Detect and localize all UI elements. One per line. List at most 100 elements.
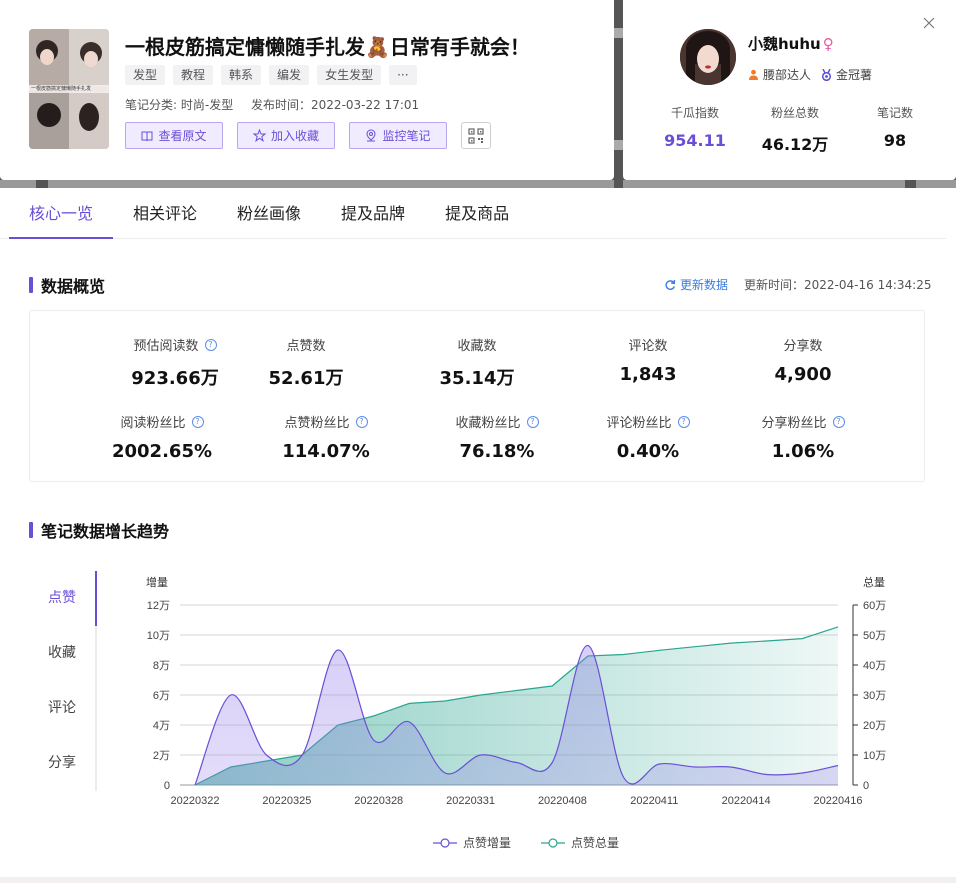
legend-label: 点赞总量 <box>571 836 620 850</box>
stat-label: 笔记数 <box>876 106 913 120</box>
metric-value: 1.06% <box>771 441 835 462</box>
bottom-strip <box>0 877 956 883</box>
metric-comments: 评论数 1,843 <box>563 335 733 385</box>
tag-item[interactable]: 韩系 <box>221 65 262 85</box>
y-left-tick-label: 4万 <box>153 720 170 732</box>
view-original-label: 查看原文 <box>158 129 207 143</box>
help-icon[interactable]: ? <box>204 338 217 351</box>
legend-label: 点赞增量 <box>463 836 512 850</box>
monitor-note-button[interactable]: 监控笔记 <box>349 122 447 149</box>
trend-section-title: 笔记数据增长趋势 <box>29 518 169 542</box>
y-right-tick-label: 60万 <box>863 600 886 612</box>
thumbnail-caption: 一根皮筋搞定慵懒随手扎发 <box>31 86 92 92</box>
y-left-tick-label: 2万 <box>153 750 170 762</box>
tag-item[interactable]: 编发 <box>269 65 310 85</box>
avatar[interactable] <box>680 29 736 85</box>
metric-read-fan-ratio: 阅读粉丝比? 2002.65% <box>77 412 247 462</box>
monitor-note-label: 监控笔记 <box>382 129 431 143</box>
x-tick-label: 20220325 <box>262 795 311 807</box>
close-icon[interactable] <box>920 15 938 33</box>
x-tick-label: 20220322 <box>171 795 220 807</box>
metric-tab-shares[interactable]: 分享 <box>29 736 95 791</box>
metric-label: 评论数 <box>628 339 668 354</box>
metric-label: 评论粉丝比 <box>606 416 672 431</box>
metric-value: 52.61万 <box>268 368 344 389</box>
update-time: 更新时间：2022-04-16 14:34:25 <box>744 278 932 292</box>
tag-item[interactable]: 教程 <box>173 65 214 85</box>
metric-value: 2002.65% <box>111 441 213 462</box>
medal-icon <box>821 68 832 81</box>
metric-likes: 点赞数 52.61万 <box>221 335 391 390</box>
help-icon[interactable]: ? <box>526 415 539 428</box>
metric-value: 1,843 <box>619 364 677 385</box>
note-actions: 查看原文 加入收藏 监控笔记 <box>125 122 491 149</box>
refresh-data-button[interactable]: 更新数据 <box>664 276 728 293</box>
metric-label: 分享数 <box>783 339 823 354</box>
tab-mentioned-products[interactable]: 提及商品 <box>425 196 529 239</box>
female-icon: ♀ <box>822 35 834 53</box>
help-icon[interactable]: ? <box>355 415 368 428</box>
metric-tab-favorites[interactable]: 收藏 <box>29 626 95 681</box>
metric-value: 35.14万 <box>439 368 515 389</box>
view-original-button[interactable]: 查看原文 <box>125 122 223 149</box>
metric-tab-comments[interactable]: 评论 <box>29 681 95 736</box>
help-icon[interactable]: ? <box>677 415 690 428</box>
stat-qiangua-index: 千瓜指数 954.11 <box>655 104 735 155</box>
note-tags: 发型 教程 韩系 编发 女生发型 ··· <box>125 65 417 85</box>
tab-mentioned-brands[interactable]: 提及品牌 <box>321 196 425 239</box>
legend-likes-total[interactable]: 点赞总量 <box>541 834 619 851</box>
section-marker <box>29 277 33 293</box>
y-left-tick-label: 10万 <box>147 630 170 642</box>
tags-more-button[interactable]: ··· <box>389 65 417 85</box>
y-left-tick-label: 12万 <box>147 600 170 612</box>
note-thumbnail[interactable]: 一根皮筋搞定慵懒随手扎发 <box>29 29 109 149</box>
metric-label: 点赞粉丝比 <box>284 416 350 431</box>
trend-metric-tabs: 点赞 收藏 评论 分享 <box>29 571 97 791</box>
help-icon[interactable]: ? <box>191 415 204 428</box>
x-tick-label: 20220414 <box>722 795 771 807</box>
x-tick-label: 20220328 <box>354 795 403 807</box>
y-right-tick-label: 50万 <box>863 630 886 642</box>
y-right-tick-label: 0 <box>863 780 869 792</box>
add-favorite-label: 加入收藏 <box>270 129 319 143</box>
legend-likes-increment[interactable]: 点赞增量 <box>433 834 511 851</box>
avatar-image <box>680 29 736 85</box>
tab-core-overview[interactable]: 核心一览 <box>9 196 114 239</box>
tag-item[interactable]: 发型 <box>125 65 166 85</box>
tab-fan-profile[interactable]: 粉丝画像 <box>217 196 321 239</box>
tag-item[interactable]: 女生发型 <box>317 65 382 85</box>
legend-marker-purple <box>433 837 457 848</box>
author-name[interactable]: 小魏huhu <box>748 35 821 53</box>
metric-label: 分享粉丝比 <box>761 416 827 431</box>
note-title: 一根皮筋搞定慵懒随手扎发🧸日常有手就会！ <box>125 35 530 59</box>
help-icon[interactable]: ? <box>832 415 845 428</box>
update-bar: 更新数据 更新时间：2022-04-16 14:34:25 <box>664 276 931 293</box>
qr-code-icon <box>468 127 484 144</box>
y-left-tick-label: 6万 <box>153 690 170 702</box>
badge-tier-label: 腰部达人 <box>763 68 812 82</box>
metric-share-fan-ratio: 分享粉丝比? 1.06% <box>718 412 888 462</box>
stat-label: 千瓜指数 <box>670 106 719 120</box>
badge-tier: 腰部达人 <box>748 66 811 83</box>
total-likes-area <box>195 626 838 785</box>
y-right-tick-label: 40万 <box>863 660 886 672</box>
note-publish-time: 发布时间：2022-03-22 17:01 <box>251 98 420 112</box>
note-category: 笔记分类: 时尚-发型 <box>125 98 234 112</box>
backdrop-bar <box>614 140 623 150</box>
metric-favorite-fan-ratio: 收藏粉丝比? 76.18% <box>412 412 582 462</box>
x-tick-label: 20220411 <box>630 795 678 807</box>
tab-related-comments[interactable]: 相关评论 <box>113 196 217 239</box>
overview-title: 数据概览 <box>41 277 106 296</box>
person-icon <box>749 69 758 80</box>
book-icon <box>141 131 153 141</box>
badge-crown: 金冠薯 <box>821 66 872 83</box>
metric-tab-likes[interactable]: 点赞 <box>29 571 97 626</box>
note-meta: 笔记分类: 时尚-发型 发布时间：2022-03-22 17:01 <box>125 96 419 113</box>
qr-code-button[interactable] <box>461 122 491 149</box>
metric-value: 0.40% <box>616 441 680 462</box>
add-favorite-button[interactable]: 加入收藏 <box>237 122 335 149</box>
legend-marker-teal <box>541 837 566 848</box>
note-info-card: 一根皮筋搞定慵懒随手扎发 一根皮筋搞定慵懒随手扎发🧸日常有手就会！ 发型 教程 … <box>0 0 614 180</box>
metric-value: 4,900 <box>774 364 832 385</box>
stat-value: 46.12万 <box>761 135 829 154</box>
